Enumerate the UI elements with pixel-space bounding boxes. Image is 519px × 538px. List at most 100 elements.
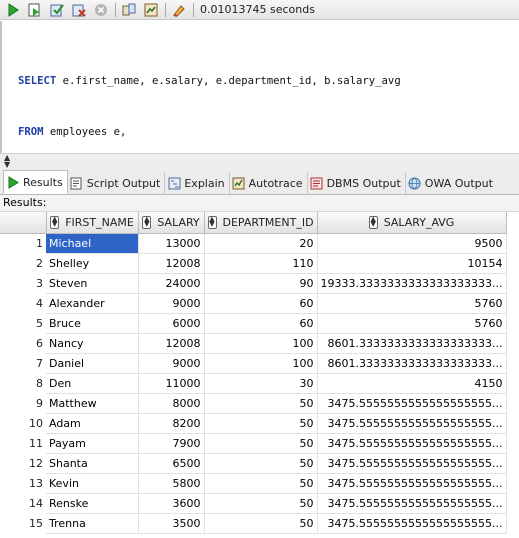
run-script-icon[interactable]	[26, 1, 44, 19]
cell-salary-avg[interactable]: 8601.3333333333333333333...	[317, 333, 507, 354]
pane-splitter[interactable]: ▲ ▼	[0, 153, 519, 170]
cell-salary[interactable]: 7900	[138, 433, 205, 454]
cell-salary-avg[interactable]: 10154	[317, 253, 507, 274]
table-row[interactable]: 9 Matthew 8000 50 3475.5555555555555555555..…	[0, 393, 507, 414]
sort-icon[interactable]: ▲ ▼	[368, 216, 378, 229]
table-row[interactable]: 10 Adam 8200 50 3475.5555555555555555555...	[0, 413, 507, 434]
cell-department-id[interactable]: 60	[204, 293, 318, 314]
tab-owa-output[interactable]: OWA Output	[406, 172, 497, 194]
tab-script-output[interactable]: Script Output	[68, 172, 166, 194]
column-header-department-id[interactable]: ▲ ▼ DEPARTMENT_ID	[204, 212, 318, 234]
table-row[interactable]: 12 Shanta 6500 50 3475.5555555555555555555..…	[0, 453, 507, 474]
splitter-arrows-icon[interactable]: ▲ ▼	[4, 154, 10, 169]
cell-salary[interactable]: 24000	[138, 273, 205, 294]
cell-department-id[interactable]: 50	[204, 413, 318, 434]
cell-salary[interactable]: 11000	[138, 373, 205, 394]
sql-tuning-icon[interactable]	[120, 1, 138, 19]
commit-icon[interactable]	[48, 1, 66, 19]
cell-department-id[interactable]: 60	[204, 313, 318, 334]
tab-dbms-output[interactable]: DBMS Output	[308, 172, 406, 194]
sort-icon[interactable]: ▲ ▼	[50, 216, 60, 229]
cell-department-id[interactable]: 50	[204, 453, 318, 474]
cell-salary[interactable]: 3600	[138, 493, 205, 514]
table-row[interactable]: 1 Michael 13000 20 9500	[0, 233, 507, 254]
cell-department-id[interactable]: 90	[204, 273, 318, 294]
cell-first-name[interactable]: Shelley	[46, 253, 139, 274]
autotrace-icon[interactable]	[142, 1, 160, 19]
sort-icon[interactable]: ▲ ▼	[207, 216, 217, 229]
cell-first-name[interactable]: Renske	[46, 493, 139, 514]
tab-autotrace[interactable]: Autotrace	[230, 172, 308, 194]
column-header-salary-avg[interactable]: ▲ ▼ SALARY_AVG	[317, 212, 507, 234]
cell-salary-avg[interactable]: 3475.5555555555555555555...	[317, 413, 507, 434]
table-row[interactable]: 14 Renske 3600 50 3475.5555555555555555555..…	[0, 493, 507, 514]
table-row[interactable]: 8 Den 11000 30 4150	[0, 373, 507, 394]
cell-first-name[interactable]: Steven	[46, 273, 139, 294]
table-row[interactable]: 7 Daniel 9000 100 8601.3333333333333333333..…	[0, 353, 507, 374]
cell-salary-avg[interactable]: 3475.5555555555555555555...	[317, 473, 507, 494]
sql-editor[interactable]: SELECT e.first_name, e.salary, e.departm…	[0, 21, 519, 345]
clear-icon[interactable]	[170, 1, 188, 19]
cell-salary-avg[interactable]: 8601.3333333333333333333...	[317, 353, 507, 374]
cell-salary[interactable]: 12008	[138, 333, 205, 354]
cell-first-name[interactable]: Payam	[46, 433, 139, 454]
cell-salary[interactable]: 9000	[138, 293, 205, 314]
cell-department-id[interactable]: 50	[204, 473, 318, 494]
cell-salary-avg[interactable]: 5760	[317, 313, 507, 334]
cell-salary[interactable]: 8000	[138, 393, 205, 414]
cell-first-name[interactable]: Nancy	[46, 333, 139, 354]
rollback-icon[interactable]	[70, 1, 88, 19]
cell-first-name[interactable]: Adam	[46, 413, 139, 434]
cell-salary[interactable]: 8200	[138, 413, 205, 434]
results-grid[interactable]: ▲ ▼ FIRST_NAME ▲ ▼ SALARY ▲ ▼ DEPARTMENT_ID ▲ ▼…	[0, 212, 519, 538]
table-row[interactable]: 4 Alexander 9000 60 5760	[0, 293, 507, 314]
cell-department-id[interactable]: 30	[204, 373, 318, 394]
cell-first-name[interactable]: Michael	[46, 233, 139, 254]
table-row[interactable]: 15 Trenna 3500 50 3475.5555555555555555555..…	[0, 513, 507, 534]
cell-salary[interactable]: 5800	[138, 473, 205, 494]
cell-salary-avg[interactable]: 19333.3333333333333333333...	[317, 273, 507, 294]
run-statement-icon[interactable]	[4, 1, 22, 19]
cell-first-name[interactable]: Kevin	[46, 473, 139, 494]
column-header-salary[interactable]: ▲ ▼ SALARY	[138, 212, 205, 234]
table-row[interactable]: 11 Payam 7900 50 3475.5555555555555555555...	[0, 433, 507, 454]
cell-salary-avg[interactable]: 3475.5555555555555555555...	[317, 453, 507, 474]
cell-first-name[interactable]: Alexander	[46, 293, 139, 314]
table-row[interactable]: 5 Bruce 6000 60 5760	[0, 313, 507, 334]
cell-salary-avg[interactable]: 3475.5555555555555555555...	[317, 513, 507, 534]
cell-department-id[interactable]: 20	[204, 233, 318, 254]
cell-department-id[interactable]: 50	[204, 433, 318, 454]
sort-icon[interactable]: ▲ ▼	[142, 216, 152, 229]
cell-salary[interactable]: 6500	[138, 453, 205, 474]
cell-department-id[interactable]: 50	[204, 493, 318, 514]
tab-explain[interactable]: Explain	[165, 172, 230, 194]
cell-first-name[interactable]: Matthew	[46, 393, 139, 414]
table-row[interactable]: 6 Nancy 12008 100 8601.3333333333333333333..…	[0, 333, 507, 354]
cell-first-name[interactable]: Trenna	[46, 513, 139, 534]
cell-salary[interactable]: 6000	[138, 313, 205, 334]
tab-results[interactable]: Results	[3, 170, 68, 194]
cell-salary-avg[interactable]: 4150	[317, 373, 507, 394]
cell-first-name[interactable]: Den	[46, 373, 139, 394]
cell-first-name[interactable]: Bruce	[46, 313, 139, 334]
cell-department-id[interactable]: 50	[204, 513, 318, 534]
cell-salary-avg[interactable]: 3475.5555555555555555555...	[317, 393, 507, 414]
cell-department-id[interactable]: 110	[204, 253, 318, 274]
cell-salary[interactable]: 9000	[138, 353, 205, 374]
cell-salary-avg[interactable]: 3475.5555555555555555555...	[317, 493, 507, 514]
cell-salary-avg[interactable]: 9500	[317, 233, 507, 254]
cell-department-id[interactable]: 100	[204, 353, 318, 374]
table-row[interactable]: 2 Shelley 12008 110 10154	[0, 253, 507, 274]
cell-salary[interactable]: 12008	[138, 253, 205, 274]
cell-salary[interactable]: 3500	[138, 513, 205, 534]
cell-department-id[interactable]: 100	[204, 333, 318, 354]
column-header-first-name[interactable]: ▲ ▼ FIRST_NAME	[46, 212, 139, 234]
cancel-icon[interactable]	[92, 1, 110, 19]
cell-salary-avg[interactable]: 3475.5555555555555555555...	[317, 433, 507, 454]
cell-salary[interactable]: 13000	[138, 233, 205, 254]
cell-first-name[interactable]: Daniel	[46, 353, 139, 374]
table-row[interactable]: 3 Steven 24000 90 19333.3333333333333333333.…	[0, 273, 507, 294]
table-row[interactable]: 13 Kevin 5800 50 3475.5555555555555555555...	[0, 473, 507, 494]
cell-salary-avg[interactable]: 5760	[317, 293, 507, 314]
cell-department-id[interactable]: 50	[204, 393, 318, 414]
